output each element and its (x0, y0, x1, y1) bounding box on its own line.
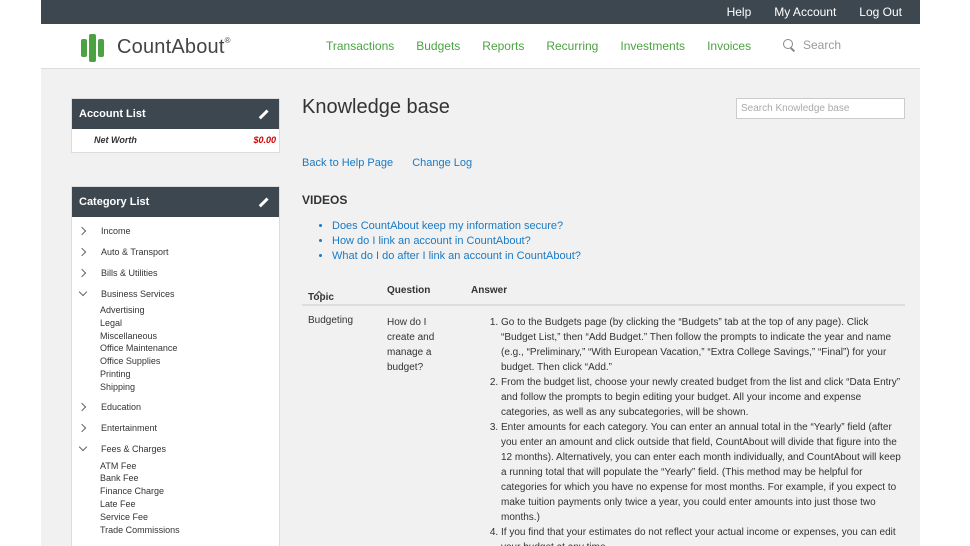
category-item[interactable]: Entertainment (72, 418, 279, 439)
videos-heading: VIDEOS (302, 193, 348, 207)
category-item[interactable]: Auto & Transport (72, 241, 279, 262)
answer-step: If you find that your estimates do not r… (501, 525, 902, 546)
video-link[interactable]: How do I link an account in CountAbout? (332, 235, 581, 248)
subcategory-item[interactable]: Bank Fee (72, 472, 279, 485)
search-icon (783, 39, 795, 51)
category-label: Bills & Utilities (101, 267, 158, 278)
subcategory-item[interactable]: Printing (72, 368, 279, 381)
chevron-down-icon[interactable] (78, 289, 88, 299)
chevron-down-icon[interactable] (78, 444, 88, 454)
kb-search-input[interactable]: Search Knowledge base (736, 98, 905, 119)
back-to-help-link[interactable]: Back to Help Page (302, 157, 393, 169)
video-link[interactable]: Does CountAbout keep my information secu… (332, 220, 581, 233)
header-search[interactable]: Search (783, 38, 841, 52)
category-item[interactable]: Fees & Charges (72, 439, 279, 460)
answer-step: From the budget list, choose your newly … (501, 375, 902, 420)
answer-column-header: Answer (471, 285, 508, 296)
logo-text: CountAbout® (117, 35, 231, 58)
subcategory-item[interactable]: Miscellaneous (72, 330, 279, 343)
chevron-right-icon[interactable] (78, 247, 88, 257)
category-label: Entertainment (101, 423, 158, 434)
nav-transactions[interactable]: Transactions (326, 39, 394, 53)
subcategory-item[interactable]: Legal (72, 317, 279, 330)
chevron-right-icon[interactable] (78, 268, 88, 278)
category-list-header: Category List (72, 187, 279, 217)
row-answer-list: Go to the Budgets page (by clicking the … (487, 315, 902, 546)
answer-step: Enter amounts for each category. You can… (501, 420, 902, 525)
logo[interactable]: CountAbout® (81, 33, 231, 62)
net-worth-label: Net Worth (94, 135, 137, 145)
log-out-link[interactable]: Log Out (859, 5, 902, 19)
main-nav: Transactions Budgets Reports Recurring I… (326, 39, 773, 53)
subcategory-item[interactable]: Advertising (72, 304, 279, 317)
category-label: Auto & Transport (101, 246, 169, 257)
logo-icon (81, 33, 109, 62)
question-column-header: Question (387, 285, 431, 296)
category-item[interactable]: Income (72, 220, 279, 241)
app-window: Help My Account Log Out CountAbout® Tran… (41, 0, 920, 546)
nav-reports[interactable]: Reports (482, 39, 524, 53)
main-header: CountAbout® Transactions Budgets Reports… (41, 24, 920, 69)
category-item[interactable]: Bills & Utilities (72, 262, 279, 283)
account-list-header: Account List (72, 99, 279, 129)
row-question: How do I create and manage a budget? (387, 317, 435, 373)
subcategory-item[interactable]: Office Supplies (72, 355, 279, 368)
category-label: Business Services (101, 288, 175, 299)
top-bar: Help My Account Log Out (41, 0, 920, 24)
account-list-panel: Account List Net Worth $0.00 (71, 98, 280, 153)
change-log-link[interactable]: Change Log (412, 157, 472, 169)
row-topic: Budgeting (308, 315, 354, 326)
subcategory-item[interactable]: Service Fee (72, 511, 279, 524)
search-label: Search (803, 38, 842, 52)
category-label: Education (101, 402, 142, 413)
help-links: Back to Help Page Change Log (302, 157, 488, 169)
category-label: Fees & Charges (101, 444, 167, 455)
help-link[interactable]: Help (727, 5, 752, 19)
video-list: Does CountAbout keep my information secu… (332, 220, 581, 265)
category-item[interactable]: Education (72, 397, 279, 418)
subcategory-item[interactable]: Trade Commissions (72, 524, 279, 537)
answer-step: Go to the Budgets page (by clicking the … (501, 315, 902, 375)
page-title: Knowledge base (302, 96, 450, 118)
nav-budgets[interactable]: Budgets (416, 39, 460, 53)
nav-recurring[interactable]: Recurring (546, 39, 598, 53)
chevron-right-icon[interactable] (78, 402, 88, 412)
subcategory-item[interactable]: Office Maintenance (72, 342, 279, 355)
category-list-panel: Category List Income Auto & Transport Bill… (71, 186, 280, 546)
my-account-link[interactable]: My Account (774, 5, 836, 19)
category-item[interactable]: Business Services (72, 283, 279, 304)
account-list-title: Account List (79, 108, 146, 120)
edit-pencil-icon[interactable] (257, 196, 269, 208)
nav-investments[interactable]: Investments (620, 39, 685, 53)
subcategory-item[interactable]: Late Fee (72, 498, 279, 511)
category-list-title: Category List (79, 196, 150, 208)
net-worth-value: $0.00 (253, 135, 276, 145)
category-tree: Income Auto & Transport Bills & Utilities B… (72, 217, 279, 539)
category-label: Income (101, 225, 131, 236)
subcategory-item[interactable]: ATM Fee (72, 460, 279, 473)
chevron-right-icon[interactable] (78, 226, 88, 236)
video-link[interactable]: What do I do after I link an account in … (332, 250, 581, 263)
table-header: Topic Question Answer (302, 278, 905, 306)
subcategory-item[interactable]: Finance Charge (72, 485, 279, 498)
net-worth-row[interactable]: Net Worth $0.00 (72, 129, 279, 145)
nav-invoices[interactable]: Invoices (707, 39, 751, 53)
chevron-right-icon[interactable] (78, 423, 88, 433)
edit-pencil-icon[interactable] (257, 108, 269, 120)
subcategory-item[interactable]: Shipping (72, 381, 279, 394)
